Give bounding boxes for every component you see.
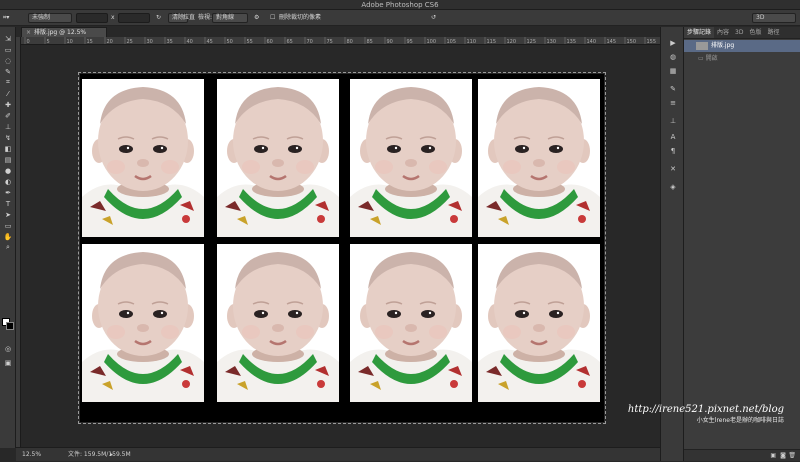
clone-source-icon[interactable]: ⊥ (668, 117, 678, 125)
title-bar: Adobe Photoshop CS6 (0, 0, 800, 10)
history-brush-icon[interactable]: ↯ (0, 132, 16, 143)
baby-photo (217, 244, 339, 402)
panel-tab[interactable]: 內容 (714, 27, 732, 38)
panel-icon-strip: ▶ ◍ ▦ ✎ ≡ ⊥ A ¶ ✕ ◈ (660, 27, 684, 461)
view-select[interactable]: 對角線 (212, 13, 248, 23)
panel-tab[interactable]: 3D (732, 27, 746, 38)
background-color-swatch[interactable] (6, 322, 14, 330)
lasso-icon[interactable]: ◌ (0, 55, 16, 66)
quick-mask-icon[interactable]: ◎ (0, 343, 16, 354)
reset-icon[interactable]: ↺ (431, 13, 436, 23)
baby-photo (82, 244, 204, 402)
close-tab-icon[interactable]: × (26, 29, 31, 36)
delete-cropped-label: 刪除裁切的像素 (279, 14, 322, 21)
baby-photo (350, 244, 472, 402)
width-field[interactable] (76, 13, 108, 23)
style-select[interactable]: 未強制 (28, 13, 72, 23)
document-tab[interactable]: × 排版.jpg @ 12.5% (RGB/8) * (21, 27, 107, 46)
horizontal-ruler[interactable]: 0 5 10 15 20 25 30 35 40 45 50 55 60 65 70 75 80 85 90 95 10… (21, 37, 660, 45)
height-field[interactable] (118, 13, 150, 23)
gradient-icon[interactable]: ▤ (0, 154, 16, 165)
healing-icon[interactable]: ✚ (0, 99, 16, 110)
zoom-level[interactable]: 12.5% (22, 448, 41, 462)
baby-photo (478, 244, 600, 402)
grid-icon[interactable]: ▦ (668, 67, 678, 75)
tools-icon[interactable]: ✕ (668, 165, 678, 173)
ratio-separator: x (111, 14, 115, 21)
stamp-icon[interactable]: ⊥ (0, 121, 16, 132)
marquee-icon[interactable]: ▭ (0, 44, 16, 55)
eyedropper-icon[interactable]: ⁄ (0, 88, 16, 99)
eraser-icon[interactable]: ◧ (0, 143, 16, 154)
straighten-label[interactable]: 拉直 (183, 13, 195, 23)
watermark: http://irene521.pixnet.net/blog 小女生lrene… (628, 404, 784, 424)
document-info: 文件: 159.5M/159.5M (68, 451, 131, 458)
panel-tab[interactable]: 路徑 (764, 27, 782, 38)
history-panel: 步驟記錄 內容 3D 色版 路徑 排版.jpg ▭ 開啟 ▣ ◙ 🗑 (684, 27, 800, 461)
brush-icon[interactable]: ✐ (0, 110, 16, 121)
history-label: 排版.jpg (711, 42, 735, 49)
history-label: 開啟 (705, 55, 718, 62)
blur-icon[interactable]: ● (0, 165, 16, 176)
status-bar: 12.5% 文件: 159.5M/159.5M ▸ (16, 447, 660, 461)
baby-photo (350, 79, 472, 237)
trash-icon[interactable]: 🗑 (788, 452, 796, 459)
character-icon[interactable]: A (668, 133, 678, 141)
move-icon[interactable]: ⇲ (0, 33, 16, 44)
document-icon: ▭ (698, 55, 704, 62)
document-canvas[interactable] (78, 72, 606, 424)
swap-icon[interactable]: ↻ (156, 13, 161, 23)
baby-photo (478, 79, 600, 237)
play-icon[interactable]: ▶ (668, 39, 678, 47)
new-snapshot-icon[interactable]: ▣ (770, 452, 776, 459)
paragraph-icon[interactable]: ¶ (668, 147, 678, 155)
zoom-icon[interactable]: ⌕ (0, 242, 16, 253)
history-row-open[interactable]: ▭ 開啟 (684, 53, 800, 65)
quick-select-icon[interactable]: ✎ (0, 66, 16, 77)
watermark-url: http://irene521.pixnet.net/blog (627, 404, 784, 415)
crop-tool-icon[interactable]: ⌗▾ (3, 13, 9, 23)
panel-footer: ▣ ◙ 🗑 (684, 449, 800, 461)
pen-icon[interactable]: ✒ (0, 187, 16, 198)
brush-preset-icon[interactable]: ✎ (668, 85, 678, 93)
snapshot-thumbnail (696, 42, 708, 50)
options-bar: ⌗▾ 未強制 x ↻ 清除 拉直 檢視: 對角線 ⚙ ☐ 刪除裁切的像素 ↺ 3… (0, 10, 800, 26)
app-title: Adobe Photoshop CS6 (361, 1, 439, 9)
hand-icon[interactable]: ✋ (0, 231, 16, 242)
status-arrow-icon[interactable]: ▸ (110, 448, 113, 462)
camera-icon[interactable]: ◙ (780, 452, 786, 459)
delete-cropped-checkbox[interactable]: ☐ (270, 13, 275, 23)
screen-mode-icon[interactable]: ▣ (0, 357, 16, 368)
layers-icon[interactable]: ◈ (668, 183, 678, 191)
shape-icon[interactable]: ▭ (0, 220, 16, 231)
toolbox: ⇲ ▭ ◌ ✎ ⌗ ⁄ ✚ ✐ ⊥ ↯ ◧ ▤ ● ◐ ✒ T ➤ ▭ ✋ ⌕ … (0, 27, 16, 448)
history-row-snapshot[interactable]: 排版.jpg (684, 40, 800, 52)
color-wheel-icon[interactable]: ◍ (668, 53, 678, 61)
watermark-subtitle: 小女生lrene老是辦的咖啡與日誌 (696, 417, 784, 424)
panel-tabs: 步驟記錄 內容 3D 色版 路徑 (684, 27, 800, 39)
dodge-icon[interactable]: ◐ (0, 176, 16, 187)
adjust-icon[interactable]: ≡ (668, 99, 678, 107)
crop-icon[interactable]: ⌗ (0, 77, 16, 88)
view-label: 檢視: (198, 14, 213, 21)
panel-tab[interactable]: 步驟記錄 (684, 27, 715, 38)
baby-photo (82, 79, 204, 237)
path-select-icon[interactable]: ➤ (0, 209, 16, 220)
panel-tab[interactable]: 色版 (746, 27, 764, 38)
baby-photo (217, 79, 339, 237)
workspace-select[interactable]: 3D (752, 13, 796, 23)
gear-icon[interactable]: ⚙ (254, 13, 259, 23)
type-icon[interactable]: T (0, 198, 16, 209)
